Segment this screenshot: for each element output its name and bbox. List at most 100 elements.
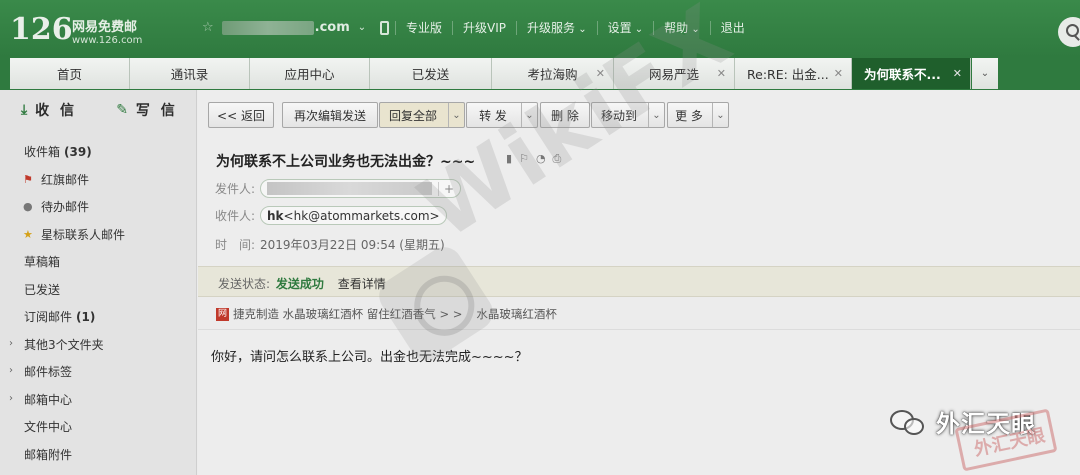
add-contact-icon[interactable]: +	[438, 181, 454, 196]
sender-chip[interactable]: +	[260, 179, 462, 198]
nav-help[interactable]: 帮助	[664, 19, 700, 36]
close-icon[interactable]: ✕	[717, 67, 726, 80]
folder-label: 星标联系人邮件	[41, 227, 126, 242]
chevron-right-icon[interactable]: ›	[9, 338, 13, 349]
folder-label: 邮箱附件	[24, 447, 73, 462]
chevron-down-icon[interactable]: ⌄	[521, 103, 537, 127]
tab-label: 已发送	[411, 67, 450, 82]
nav-pro-version[interactable]: 专业版	[406, 19, 442, 36]
folder-label: 草稿箱	[24, 255, 61, 270]
red-flag-icon: ⚑	[23, 172, 33, 186]
ad-link-2[interactable]: 水晶玻璃红酒杯	[476, 306, 557, 322]
divider	[516, 20, 518, 35]
folder-file-center[interactable]: 文件中心	[0, 413, 197, 441]
delete-button[interactable]: 删 除	[540, 102, 590, 128]
tab-current-message[interactable]: 为何联系不... ✕	[852, 58, 971, 89]
recipient-row: 收件人: hk <hk@atommarkets.com>	[215, 206, 447, 225]
top-nav: 专业版 升级VIP 升级服务 设置 帮助 退出	[385, 19, 745, 36]
account-domain: .com	[314, 20, 350, 35]
folder-subscriptions[interactable]: 订阅邮件 (1)	[0, 303, 197, 331]
re-edit-send-button[interactable]: 再次编辑发送	[282, 102, 378, 128]
compose-button[interactable]: ✎ 写 信	[98, 90, 196, 130]
close-icon[interactable]: ✕	[953, 67, 962, 80]
view-details-link[interactable]: 查看详情	[338, 277, 386, 291]
message-body: 你好，请问怎么联系上公司。出金也无法完成~~~~？	[211, 350, 528, 365]
folder-label: 红旗邮件	[41, 172, 90, 187]
subject-actions: ▮ ⚐ ◔ ⎙	[506, 152, 561, 166]
chevron-right-icon[interactable]: ›	[9, 365, 13, 376]
chevron-right-icon[interactable]: ›	[9, 393, 13, 404]
chevron-down-icon[interactable]: ⌄	[712, 103, 728, 127]
folder-sent[interactable]: 已发送	[0, 276, 197, 304]
bookmark-icon[interactable]: ▮	[506, 152, 512, 166]
folder-drafts[interactable]: 草稿箱	[0, 248, 197, 276]
tab-bar: 首页 通讯录 应用中心 已发送 考拉海购 ✕ 网易严选 ✕ Re:RE: 出金.…	[0, 57, 1080, 90]
folder-other[interactable]: › 其他3个文件夹	[0, 331, 197, 359]
folder-starred-contacts[interactable]: ★ 星标联系人邮件	[0, 221, 197, 249]
chevron-down-icon: ⌄	[357, 22, 367, 33]
tab-label: 应用中心	[284, 67, 335, 82]
move-to-label: 移动到	[600, 108, 637, 123]
more-label: 更 多	[675, 108, 703, 123]
close-icon[interactable]: ✕	[596, 67, 605, 80]
flag-icon[interactable]: ⚐	[519, 152, 529, 166]
tab-contacts[interactable]: 通讯录	[130, 58, 250, 89]
nav-upgrade-vip[interactable]: 升级VIP	[463, 19, 506, 36]
blurred-sender	[267, 182, 432, 195]
status-value: 发送成功	[275, 277, 324, 291]
tab-reply-thread[interactable]: Re:RE: 出金... ✕	[735, 58, 852, 89]
chevron-down-icon[interactable]: ⌄	[448, 103, 464, 127]
folder-red-flag[interactable]: ⚑ 红旗邮件	[0, 166, 197, 194]
folder-tags[interactable]: › 邮件标签	[0, 358, 197, 386]
tab-label: 为何联系不...	[864, 67, 941, 82]
folder-attachments[interactable]: 邮箱附件	[0, 441, 197, 469]
divider	[709, 20, 711, 35]
move-to-button[interactable]: 移动到 ⌄	[591, 102, 665, 128]
blurred-account-name	[221, 20, 314, 35]
time-value: 2019年03月22日 09:54 (星期五)	[260, 238, 445, 252]
sidebar: ⤓ 收 信 ✎ 写 信 收件箱 (39) ⚑ 红旗邮件 ● 待办邮件 ★ 星标联…	[0, 90, 197, 475]
nav-upgrade-service[interactable]: 升级服务	[527, 19, 587, 36]
star-icon: ★	[23, 227, 33, 241]
folder-list: 收件箱 (39) ⚑ 红旗邮件 ● 待办邮件 ★ 星标联系人邮件 草稿箱 已发送…	[0, 138, 197, 468]
nav-settings[interactable]: 设置	[608, 19, 644, 36]
tab-yanxuan[interactable]: 网易严选 ✕	[614, 58, 735, 89]
tab-label: 考拉海购	[527, 67, 578, 82]
folder-label: 订阅邮件	[24, 310, 73, 325]
print-icon[interactable]: ⎙	[553, 152, 562, 166]
recipient-label: 收件人:	[215, 209, 256, 223]
search-icon[interactable]	[1058, 17, 1080, 47]
tab-home[interactable]: 首页	[10, 58, 130, 89]
receive-button[interactable]: ⤓ 收 信	[0, 90, 98, 130]
account-switcher[interactable]: ☆ .com ⌄	[202, 20, 390, 35]
back-button[interactable]: << 返回	[208, 102, 274, 128]
ad-badge: 网	[216, 307, 229, 321]
close-icon[interactable]: ✕	[834, 67, 843, 80]
status-label: 发送状态:	[218, 277, 271, 291]
unread-count: (39)	[64, 144, 92, 159]
chevron-down-icon[interactable]: ⌄	[648, 103, 664, 127]
ad-bar: 网 捷克制造 水晶玻璃红酒杯 留住红酒香气 > > 水晶玻璃红酒杯	[198, 297, 1080, 330]
clock-icon[interactable]: ◔	[536, 152, 546, 166]
message-subject: 为何联系不上公司业务也无法出金？~~~	[216, 154, 476, 170]
forward-button[interactable]: 转 发 ⌄	[466, 102, 538, 128]
tab-kaola[interactable]: 考拉海购 ✕	[492, 58, 614, 89]
reply-all-label: 回复全部	[388, 108, 437, 123]
folder-label: 收件箱	[24, 145, 61, 160]
recipient-name: hk	[267, 208, 284, 223]
tab-overflow-chevron-icon[interactable]: ⌄	[972, 58, 998, 89]
tab-sent[interactable]: 已发送	[370, 58, 492, 89]
send-status-bar: 发送状态: 发送成功 查看详情	[198, 266, 1080, 297]
forward-label: 转 发	[479, 108, 507, 123]
tab-app-center[interactable]: 应用中心	[250, 58, 370, 89]
folder-mail-center[interactable]: › 邮箱中心	[0, 386, 197, 414]
nav-logout[interactable]: 退出	[721, 19, 745, 36]
recipient-chip[interactable]: hk <hk@atommarkets.com>	[260, 206, 447, 225]
star-icon: ☆	[202, 20, 214, 35]
sender-row: 发件人: +	[215, 179, 462, 198]
folder-inbox[interactable]: 收件箱 (39)	[0, 138, 197, 166]
folder-todo[interactable]: ● 待办邮件	[0, 193, 197, 221]
reply-all-button[interactable]: 回复全部 ⌄	[379, 102, 465, 128]
more-button[interactable]: 更 多 ⌄	[667, 102, 729, 128]
ad-link-1[interactable]: 捷克制造 水晶玻璃红酒杯 留住红酒香气 > >	[233, 306, 462, 322]
